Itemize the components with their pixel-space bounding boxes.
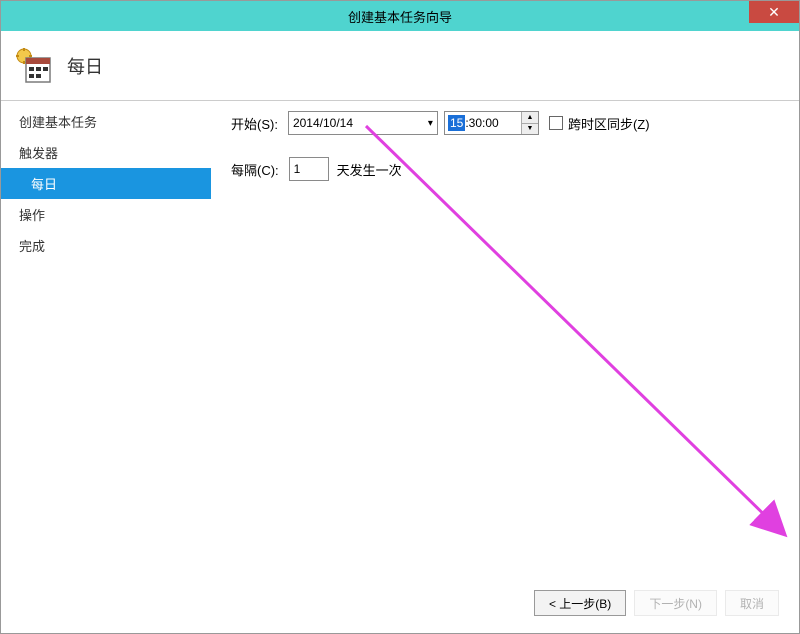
titlebar: 创建基本任务向导 ✕	[1, 1, 799, 31]
sidebar-item-trigger[interactable]: 触发器	[1, 137, 211, 168]
interval-label: 每隔(C):	[231, 160, 279, 179]
sidebar-item-create-task[interactable]: 创建基本任务	[1, 106, 211, 137]
close-icon: ✕	[768, 4, 780, 21]
sidebar-item-finish[interactable]: 完成	[1, 230, 211, 261]
back-button[interactable]: < 上一步(B)	[534, 590, 626, 616]
sidebar-item-action[interactable]: 操作	[1, 199, 211, 230]
back-button-label: < 上一步(B)	[549, 595, 611, 612]
footer: < 上一步(B) 下一步(N) 取消	[1, 573, 799, 633]
cancel-button-label: 取消	[740, 595, 764, 612]
page-title: 每日	[67, 53, 103, 79]
calendar-icon	[16, 48, 52, 84]
arrow-annotation-icon	[361, 121, 800, 551]
next-button[interactable]: 下一步(N)	[634, 590, 717, 616]
wizard-window: 创建基本任务向导 ✕ 每日	[0, 0, 800, 634]
interval-input[interactable]: 1	[289, 157, 329, 181]
date-value: 2014/10/14	[293, 116, 353, 130]
sidebar: 创建基本任务 触发器 每日 操作 完成	[1, 101, 211, 573]
content-area: 开始(S): 2014/10/14 ▾ 15 :30:00 ▲ ▼ 跨时区同步(…	[211, 101, 799, 573]
time-spinner: ▲ ▼	[521, 112, 538, 134]
sync-label: 跨时区同步(Z)	[568, 114, 650, 133]
time-hour-selected: 15	[448, 115, 465, 131]
spinner-down-icon[interactable]: ▼	[522, 124, 538, 135]
interval-row: 每隔(C): 1 天发生一次	[231, 157, 779, 181]
close-button[interactable]: ✕	[749, 1, 799, 23]
date-input[interactable]: 2014/10/14 ▾	[288, 111, 438, 135]
start-label: 开始(S):	[231, 114, 278, 133]
start-row: 开始(S): 2014/10/14 ▾ 15 :30:00 ▲ ▼ 跨时区同步(…	[231, 111, 779, 135]
header-section: 每日	[1, 31, 799, 101]
interval-value: 1	[294, 162, 301, 176]
body-section: 创建基本任务 触发器 每日 操作 完成 开始(S): 2014/10/14 ▾ …	[1, 101, 799, 573]
chevron-down-icon: ▾	[428, 118, 433, 129]
spinner-up-icon[interactable]: ▲	[522, 112, 538, 124]
cancel-button[interactable]: 取消	[725, 590, 779, 616]
time-input[interactable]: 15 :30:00 ▲ ▼	[444, 111, 539, 135]
time-rest: :30:00	[465, 116, 521, 130]
interval-unit: 天发生一次	[337, 160, 402, 179]
window-title: 创建基本任务向导	[348, 7, 452, 26]
sync-checkbox[interactable]	[549, 116, 563, 130]
next-button-label: 下一步(N)	[649, 595, 702, 612]
sidebar-item-daily[interactable]: 每日	[1, 168, 211, 199]
